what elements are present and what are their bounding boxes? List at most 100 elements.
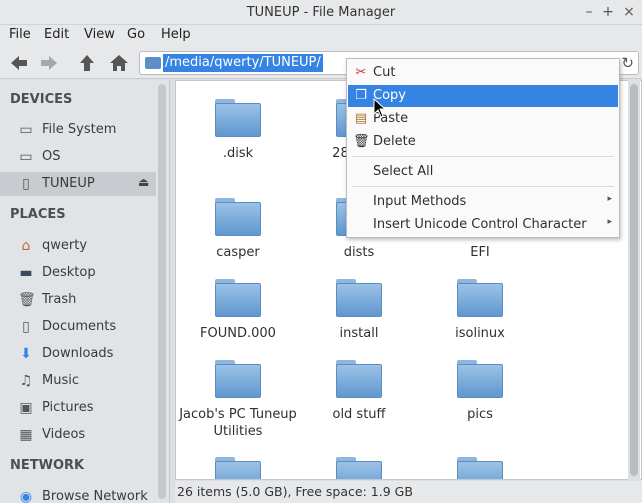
folder-icon — [336, 279, 382, 317]
file-item[interactable]: .disk — [178, 99, 298, 162]
menu-edit[interactable]: Edit — [44, 27, 69, 42]
sidebar-item-music[interactable]: ♫ Music — [0, 369, 156, 393]
sidebar-item-label: Trash — [42, 292, 77, 307]
close-button[interactable]: × — [620, 3, 638, 21]
file-item[interactable]: Jacob's PC Tuneup Utilities — [178, 360, 298, 440]
file-item[interactable]: FOUND.000 — [178, 279, 298, 342]
scissors-icon: ✂ — [355, 65, 367, 80]
sidebar-item-pictures[interactable]: ▣ Pictures — [0, 396, 156, 420]
menu-go[interactable]: Go — [127, 27, 145, 42]
sidebar-item-label: Videos — [42, 427, 86, 442]
menu-item-select-all[interactable]: Select All — [348, 161, 618, 183]
menu-item-insert-unicode[interactable]: Insert Unicode Control Character ▸ — [348, 214, 618, 236]
file-item[interactable]: pics — [420, 360, 540, 423]
paste-icon: ▤ — [354, 111, 368, 126]
menu-file[interactable]: File — [9, 27, 31, 42]
sidebar-item-desktop[interactable]: ▬ Desktop — [0, 261, 156, 285]
chevron-right-icon: ▸ — [607, 217, 612, 227]
menu-item-label: Input Methods — [373, 194, 467, 209]
menu-item-input-methods[interactable]: Input Methods ▸ — [348, 191, 618, 213]
folder-icon — [457, 457, 503, 479]
file-item[interactable]: isolinux — [420, 279, 540, 342]
scrollbar-thumb[interactable] — [630, 84, 638, 476]
file-item[interactable] — [420, 457, 540, 479]
sidebar-item-label: qwerty — [42, 238, 88, 253]
maximize-button[interactable]: + — [599, 3, 617, 21]
menu-item-cut[interactable]: ✂ Cut — [348, 62, 618, 84]
menu-view[interactable]: View — [84, 27, 115, 42]
menu-item-label: Delete — [373, 134, 416, 149]
file-name: EFI — [470, 245, 490, 260]
file-item[interactable] — [299, 457, 419, 479]
folder-icon — [145, 57, 161, 69]
menu-separator — [352, 156, 614, 157]
file-name: Jacob's PC Tuneup Utilities — [179, 407, 297, 439]
location-path[interactable]: /media/qwerty/TUNEUP/ — [163, 54, 323, 72]
file-item[interactable]: casper — [178, 198, 298, 261]
sidebar-item-qwerty[interactable]: ⌂ qwerty — [0, 234, 156, 258]
sidebar-item-tuneup[interactable]: ▯ TUNEUP ⏏ — [0, 172, 156, 196]
home-icon: ⌂ — [21, 238, 31, 254]
file-name: pics — [467, 407, 493, 422]
sidebar-item-os[interactable]: ▭ OS — [0, 145, 156, 169]
sidebar-item-label: Pictures — [42, 400, 94, 415]
sidebar: DEVICES ▭ File System ▭ OS ▯ TUNEUP ⏏ PL… — [0, 80, 170, 503]
sidebar-item-videos[interactable]: ▦ Videos — [0, 423, 156, 447]
arrow-up-icon — [80, 55, 94, 71]
sidebar-item-label: TUNEUP — [42, 176, 95, 191]
folder-icon — [215, 360, 261, 398]
sidebar-item-label: Downloads — [42, 346, 114, 361]
folder-icon — [457, 360, 503, 398]
menu-separator — [352, 186, 614, 187]
refresh-icon[interactable]: ↻ — [621, 54, 634, 72]
forward-button[interactable] — [38, 53, 60, 73]
trash-icon: 🗑 — [353, 134, 370, 149]
eject-icon[interactable]: ⏏ — [138, 175, 149, 189]
sidebar-item-label: File System — [42, 122, 117, 137]
file-item[interactable] — [178, 457, 298, 479]
minimize-button[interactable]: – — [580, 3, 598, 21]
menu-item-copy[interactable]: ❐ Copy — [348, 85, 618, 107]
network-header: NETWORK — [10, 458, 85, 473]
places-header: PLACES — [10, 207, 66, 222]
sidebar-item-trash[interactable]: 🗑 Trash — [0, 288, 156, 312]
sidebar-item-file-system[interactable]: ▭ File System — [0, 118, 156, 142]
menu-item-label: Insert Unicode Control Character — [373, 217, 587, 232]
sidebar-scrollbar[interactable] — [158, 84, 166, 499]
mouse-cursor-icon — [373, 98, 387, 118]
picture-icon: ▣ — [19, 400, 33, 416]
menu-item-delete[interactable]: 🗑 Delete — [348, 131, 618, 153]
up-button[interactable] — [76, 53, 98, 73]
status-text: 26 items (5.0 GB), Free space: 1.9 GB — [177, 484, 413, 499]
sidebar-item-downloads[interactable]: ⬇ Downloads — [0, 342, 156, 366]
desktop-icon: ▬ — [19, 265, 33, 281]
folder-icon — [215, 457, 261, 479]
file-name: casper — [216, 245, 260, 260]
sidebar-item-browse-network[interactable]: ◉ Browse Network — [0, 485, 156, 503]
file-name: FOUND.000 — [200, 326, 276, 341]
menu-item-label: Cut — [373, 65, 396, 80]
sidebar-item-documents[interactable]: ▯ Documents — [0, 315, 156, 339]
menu-item-paste[interactable]: ▤ Paste — [348, 108, 618, 130]
arrow-right-icon — [41, 56, 57, 70]
back-button[interactable] — [8, 53, 30, 73]
file-item[interactable]: old stuff — [299, 360, 419, 423]
sidebar-item-label: Browse Network — [42, 489, 148, 503]
drive-icon: ▭ — [19, 149, 33, 165]
file-view-scrollbar[interactable] — [628, 80, 640, 480]
file-name: .disk — [222, 146, 254, 161]
usb-icon: ▯ — [22, 176, 30, 192]
menu-help[interactable]: Help — [161, 27, 191, 42]
sidebar-item-label: Music — [42, 373, 79, 388]
devices-header: DEVICES — [10, 92, 73, 107]
folder-icon — [215, 99, 261, 137]
context-menu: ✂ Cut ❐ Copy ▤ Paste 🗑 Delete Select All… — [346, 58, 620, 238]
arrow-left-icon — [11, 56, 27, 70]
sidebar-item-label: Desktop — [42, 265, 96, 280]
sidebar-item-label: OS — [42, 149, 61, 164]
file-name: dists — [343, 245, 375, 260]
file-item[interactable]: install — [299, 279, 419, 342]
drive-icon: ▭ — [19, 122, 33, 138]
home-button[interactable] — [108, 53, 130, 73]
folder-icon — [215, 198, 261, 236]
